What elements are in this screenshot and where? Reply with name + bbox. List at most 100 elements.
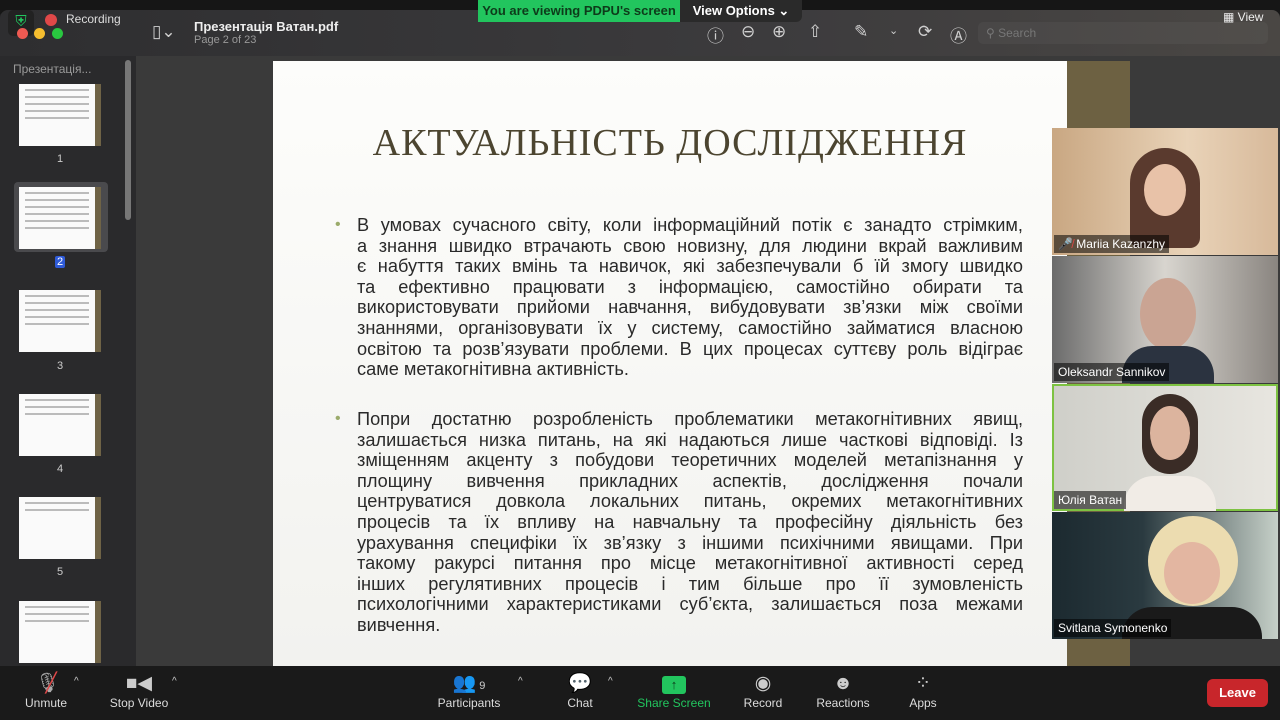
page-thumbnail-2[interactable]: [19, 187, 101, 249]
slide-text-line: а знання швидко втрачають свою новизну, …: [357, 235, 1023, 256]
record-button[interactable]: ◉ Record: [740, 672, 786, 710]
share-screen-label: Share Screen: [637, 696, 711, 710]
search-placeholder: Search: [998, 26, 1037, 40]
slide-text-line: інших регулятивних процесів і тим більше…: [357, 573, 1023, 594]
reactions-button[interactable]: ☻ Reactions: [814, 672, 872, 710]
view-button[interactable]: ▦ View: [1223, 10, 1263, 24]
name-text: Mariia Kazanzhy: [1076, 237, 1165, 251]
markup-pen-icon[interactable]: ✎: [854, 22, 868, 42]
recording-dot-icon: [45, 14, 57, 26]
video-options-caret[interactable]: ^: [172, 676, 177, 687]
slide-text-line: Попри достатню розробленість проблематик…: [357, 409, 1023, 429]
search-icon: ⚲: [986, 26, 999, 40]
slide-text-line: використовувати прийоми навчання, вибудо…: [357, 297, 1023, 318]
participant-name: Oleksandr Sannikov: [1054, 363, 1170, 381]
markup-dropdown-icon[interactable]: ⌄: [889, 24, 898, 37]
page-thumbnail-3[interactable]: [19, 290, 101, 352]
annotate-icon[interactable]: Ⓐ: [950, 22, 967, 47]
unmute-button[interactable]: 🎙╱ Unmute: [16, 672, 76, 710]
rotate-icon[interactable]: ⟳: [918, 22, 932, 42]
file-name: Презентація Ватан.pdf: [194, 19, 339, 34]
window-zoom-button[interactable]: [52, 28, 63, 39]
view-label: View: [1237, 10, 1264, 24]
sidebar-scrollbar[interactable]: [125, 60, 131, 220]
window-close-button[interactable]: [17, 28, 28, 39]
slide-text-line: В умовах сучасного світу, коли інформаці…: [357, 215, 1023, 235]
page-number: 3: [56, 360, 64, 372]
window-minimize-button[interactable]: [34, 28, 45, 39]
video-tile[interactable]: Svitlana Symonenko: [1052, 512, 1278, 639]
chat-label: Chat: [567, 696, 593, 710]
zoom-out-icon[interactable]: ⊖: [741, 22, 755, 42]
page-thumbnail-1[interactable]: [19, 84, 101, 146]
share-screen-button[interactable]: ↑ Share Screen: [636, 672, 712, 710]
slide-text-line: є набуття таких вмінь та навичок, які за…: [357, 256, 1023, 277]
search-input[interactable]: ⚲ Search: [978, 22, 1268, 44]
sidebar-toggle-icon[interactable]: ▯⌄: [152, 22, 176, 42]
page-thumbnail-6[interactable]: [19, 601, 101, 663]
page-number: 4: [56, 463, 64, 475]
participants-count: 9: [479, 680, 486, 692]
slide-text-line: знаннями, організовувати їх у систему, с…: [357, 317, 1023, 338]
record-icon: ◉: [754, 673, 772, 694]
slide-text-line: вивчення.: [357, 614, 441, 635]
slide-page: АКТУАЛЬНІСТЬ ДОСЛІДЖЕННЯ • В умовах сучас…: [273, 61, 1067, 666]
page-thumbnails-sidebar: Презентація... 1 2 3 4 5: [0, 56, 136, 666]
zoom-in-icon[interactable]: ⊕: [772, 22, 786, 42]
recording-label: Recording: [66, 12, 121, 26]
apps-button[interactable]: ⁘ Apps: [906, 672, 940, 710]
participants-label: Participants: [437, 696, 501, 710]
bullet-icon: •: [335, 216, 341, 233]
page-number: 2: [19, 256, 101, 268]
reactions-smiley-icon: ☻: [833, 673, 853, 694]
video-tile-active-speaker[interactable]: Юлія Ватан: [1052, 384, 1278, 511]
slide-text-line: зміщенням акценту з побудови теоретичних…: [357, 450, 1023, 471]
video-tile[interactable]: Oleksandr Sannikov: [1052, 256, 1278, 383]
video-camera-icon: ■◀: [125, 673, 153, 694]
slide-text-line: процесів та їх впливу на навчальну та пр…: [357, 511, 1023, 532]
meeting-controls-bar: 🎙╱ Unmute ^ ■◀ Stop Video ^ 👥 9 Participants…: [0, 666, 1280, 720]
slide-paragraph-2: • Попри достатню розробленість проблемати…: [335, 409, 1023, 636]
participant-name: Юлія Ватан: [1054, 491, 1127, 509]
participants-options-caret[interactable]: ^: [518, 676, 523, 687]
share-icon[interactable]: ⇧: [808, 22, 822, 42]
slide-text-line: психологічними характеристиками суб’єкта…: [357, 594, 1023, 615]
video-tile[interactable]: 🎤̸ Mariia Kazanzhy: [1052, 128, 1278, 255]
chat-options-caret[interactable]: ^: [608, 676, 613, 687]
page-thumbnail-5[interactable]: [19, 497, 101, 559]
apps-icon: ⁘: [915, 673, 931, 694]
slide-text-line: та ефективно працювати з інформацією, са…: [357, 276, 1023, 297]
slide-text-line: центруватися довкола локальних питань, о…: [357, 491, 1023, 512]
leave-button[interactable]: Leave: [1207, 679, 1268, 707]
slide-text-line: такому ракурсі питання про місце метаког…: [357, 553, 1023, 574]
page-number: 5: [56, 566, 64, 578]
slide-text-line: площину вивчення прикладних аспектів, до…: [357, 470, 1023, 491]
slide-paragraph-1: • В умовах сучасного світу, коли інформац…: [335, 215, 1023, 380]
participants-button[interactable]: 👥 9 Participants: [432, 672, 506, 710]
audio-options-caret[interactable]: ^: [74, 676, 79, 687]
muted-microphone-icon: 🎙╱: [35, 673, 60, 694]
slide-text-line: саме метакогнітивна активність.: [357, 359, 629, 380]
page-info: Page 2 of 23: [194, 34, 257, 46]
page-thumbnail-4[interactable]: [19, 394, 101, 456]
bullet-icon: •: [335, 410, 341, 427]
viewing-screen-banner: You are viewing PDPU's screen: [478, 0, 680, 22]
muted-mic-icon: 🎤̸: [1058, 237, 1077, 251]
participants-icon: 👥 9: [452, 673, 486, 694]
apps-label: Apps: [909, 696, 937, 710]
selected-page-number: 2: [54, 256, 66, 268]
sidebar-title: Презентація...: [13, 62, 92, 76]
record-label: Record: [743, 696, 783, 710]
stop-video-button[interactable]: ■◀ Stop Video: [102, 672, 176, 710]
slide-text-line: урахування специфіки їх зв’язку з іншими…: [357, 532, 1023, 553]
chat-button[interactable]: 💬 Chat: [560, 672, 600, 710]
view-options-button[interactable]: View Options ⌄: [680, 0, 802, 22]
slide-text-line: залишається низка питань, на які надають…: [357, 429, 1023, 450]
info-icon[interactable]: ⓘ: [707, 22, 724, 47]
reactions-label: Reactions: [816, 696, 870, 710]
page-number: 1: [56, 153, 64, 165]
chat-bubble-icon: 💬: [568, 673, 592, 694]
video-gallery: 🎤̸ Mariia Kazanzhy Oleksandr Sannikov Юл…: [1052, 128, 1278, 640]
slide-text-line: освітою та розв’язувати проблеми. В цих …: [357, 338, 1023, 359]
slide-title: АКТУАЛЬНІСТЬ ДОСЛІДЖЕННЯ: [372, 122, 968, 164]
